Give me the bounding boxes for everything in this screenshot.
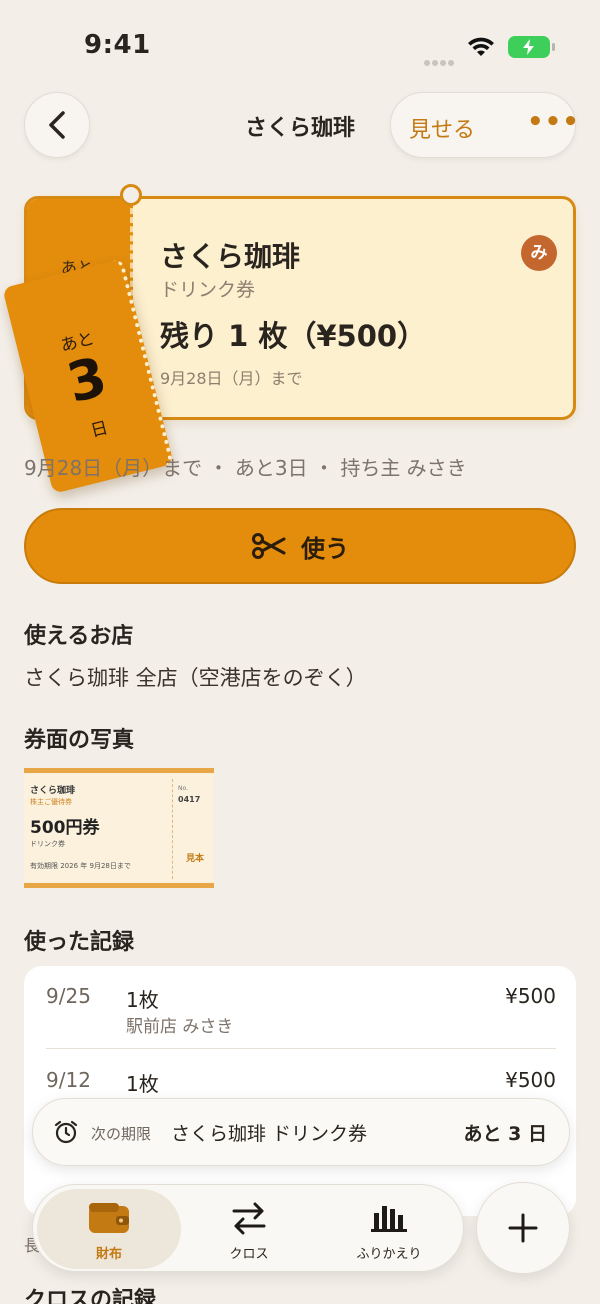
ticket-store-name: さくら珈琲 xyxy=(160,240,301,273)
show-button[interactable]: 見せる xyxy=(409,112,475,144)
page-title: さくら珈琲 xyxy=(244,116,355,141)
photo-heading: 券面の写真 xyxy=(24,728,135,753)
next-deadline-banner[interactable]: 次の期限 さくら珈琲 ドリンク券 あと 3 日 xyxy=(32,1098,570,1166)
ticket-meta: 9月28日（月）まで ・ あと3日 ・ 持ち主 みさき xyxy=(24,456,467,480)
tab-wallet[interactable]: 財布 xyxy=(37,1189,181,1269)
swap-arrows-icon xyxy=(232,1202,266,1235)
status-bar: 9:41 xyxy=(0,0,600,96)
photo-kind: ドリンク券 xyxy=(30,840,65,848)
photo-tag: 株主ご優待券 xyxy=(30,798,72,806)
next-deadline-value: さくら珈琲 ドリンク券 xyxy=(171,1123,368,1145)
history-date: 9/12 xyxy=(46,1068,91,1092)
ticket-notch xyxy=(120,184,142,206)
history-date: 9/25 xyxy=(46,984,91,1008)
photo-no-label: No. xyxy=(178,785,188,792)
battery-icon xyxy=(508,36,555,58)
wifi-icon xyxy=(467,36,495,62)
ticket-photo[interactable]: さくら珈琲 株主ご優待券 500円券 ドリンク券 有効期限 2026 年 9月2… xyxy=(24,768,214,888)
history-heading: 使った記録 xyxy=(24,930,135,955)
tab-cross-label: クロス xyxy=(229,1247,269,1262)
bar-chart-icon xyxy=(371,1206,407,1232)
chevron-left-icon xyxy=(49,111,65,139)
owner-avatar: み xyxy=(521,235,557,271)
plus-icon xyxy=(508,1213,538,1243)
action-pill: 見せる ••• xyxy=(390,92,579,158)
use-button-label: 使う xyxy=(301,534,349,563)
photo-brand: さくら珈琲 xyxy=(30,786,76,796)
wallet-icon xyxy=(89,1203,129,1233)
history-list: 9/25 1枚 駅前店 みさき ¥500 9/12 1枚 ¥500 xyxy=(24,966,576,1216)
tab-review[interactable]: ふりかえり xyxy=(317,1189,461,1269)
photo-divider xyxy=(172,779,173,879)
history-row[interactable]: 9/25 1枚 駅前店 みさき ¥500 xyxy=(46,966,556,1046)
tab-wallet-label: 財布 xyxy=(95,1247,122,1262)
back-button[interactable] xyxy=(24,92,90,158)
tab-bar: 財布 クロス ふりかえり xyxy=(32,1184,464,1272)
history-count: 1枚 xyxy=(126,1072,159,1096)
stores-text: さくら珈琲 全店（空港店をのぞく） xyxy=(24,666,367,690)
use-button[interactable]: 使う xyxy=(24,508,576,584)
ticket-until: 9月28日（月）まで xyxy=(160,369,303,388)
tab-review-label: ふりかえり xyxy=(356,1247,422,1262)
alarm-clock-icon xyxy=(54,1120,78,1144)
more-icon[interactable]: ••• xyxy=(527,107,580,137)
cross-heading: クロスの記録 xyxy=(24,1288,157,1304)
stores-heading: 使えるお店 xyxy=(24,624,134,649)
next-deadline-label: 次の期限 xyxy=(91,1125,152,1143)
status-time: 9:41 xyxy=(84,30,151,60)
tab-cross[interactable]: クロス xyxy=(177,1189,321,1269)
history-sub: 駅前店 みさき xyxy=(126,1017,234,1037)
history-amount: ¥500 xyxy=(505,1068,556,1092)
signal-dots-icon xyxy=(424,51,456,66)
photo-amount: 500円券 xyxy=(30,818,100,838)
ticket-kind: ドリンク券 xyxy=(160,279,256,301)
divider xyxy=(46,1048,556,1049)
photo-sample: 見本 xyxy=(186,854,205,864)
history-count: 1枚 xyxy=(126,988,159,1012)
ticket-remaining: 残り 1 枚（¥500） xyxy=(160,319,427,353)
photo-number: 0417 xyxy=(178,795,201,804)
next-deadline-days: あと 3 日 xyxy=(463,1123,547,1145)
scissors-icon xyxy=(252,533,286,559)
photo-expiry: 有効期限 2026 年 9月28日まで xyxy=(30,862,131,870)
history-amount: ¥500 xyxy=(505,984,556,1008)
add-button[interactable] xyxy=(476,1182,570,1274)
